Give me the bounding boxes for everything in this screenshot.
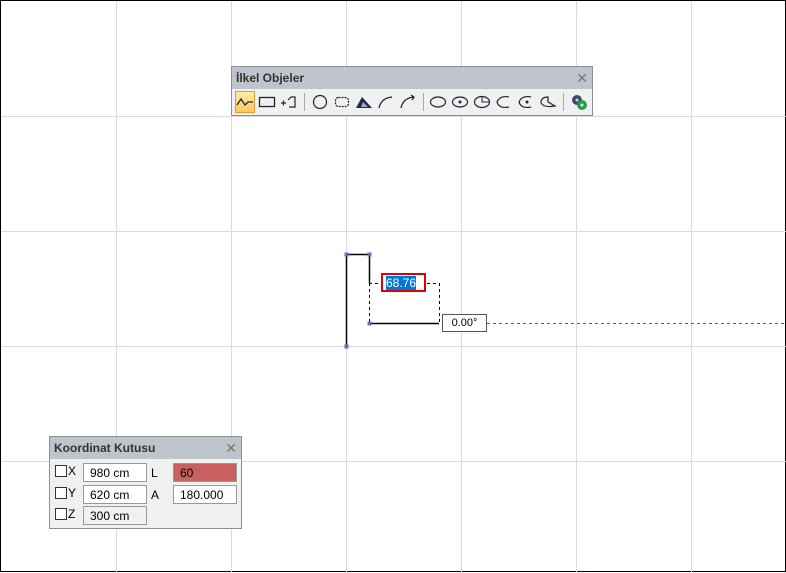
ellipse-pie-button[interactable] (538, 91, 558, 113)
x-field[interactable]: 980 cm (83, 463, 147, 482)
separator (422, 93, 424, 111)
z-value: 300 cm (90, 509, 130, 523)
primitive-objects-toolbar: İlkel Objeler ✕ (231, 66, 593, 116)
ellipse-arc-center-button[interactable] (516, 91, 536, 113)
arc-button[interactable] (376, 91, 396, 113)
polyline (345, 253, 439, 346)
coord-titlebar[interactable]: Koordinat Kutusu ✕ (50, 437, 241, 459)
toolbar-titlebar[interactable]: İlkel Objeler ✕ (232, 67, 592, 89)
a-label: A (151, 488, 160, 502)
ellipse-arc-center-icon (518, 95, 532, 109)
cloud-icon (334, 96, 349, 108)
l-label: L (151, 466, 158, 480)
coord-title: Koordinat Kutusu (54, 441, 156, 455)
ellipse-center-icon (452, 96, 469, 108)
ellipse-center-button[interactable] (450, 91, 470, 113)
close-icon[interactable]: ✕ (576, 70, 588, 87)
wedge-button[interactable] (354, 91, 374, 113)
ellipse-pie-icon (540, 96, 558, 108)
cloud-button[interactable] (332, 91, 352, 113)
circle-icon (312, 94, 327, 110)
separator (304, 93, 305, 111)
x-label: X (68, 464, 77, 478)
toolbar-title: İlkel Objeler (236, 71, 305, 85)
y-label: Y (68, 486, 77, 500)
polyline-icon (236, 97, 253, 107)
l-value: 60 (180, 466, 194, 480)
y-value: 620 cm (90, 488, 130, 502)
arc-arrow-button[interactable] (398, 91, 418, 113)
z-lock-checkbox[interactable] (55, 508, 67, 520)
vertex-markers (344, 252, 372, 349)
wedge-icon (355, 97, 372, 108)
ellipse-icon (430, 96, 447, 108)
length-input-value: 68.76 (386, 276, 417, 290)
pie-button[interactable] (472, 91, 492, 113)
length-input[interactable]: 68.76 (381, 273, 426, 292)
polyline-button[interactable] (235, 91, 255, 113)
angle-label: 0.00° (442, 314, 487, 332)
separator (563, 93, 565, 111)
z-field[interactable]: 300 cm (83, 506, 147, 525)
circle-button[interactable] (310, 91, 330, 113)
add-line-icon (281, 96, 296, 108)
settings-button[interactable] (569, 91, 589, 113)
add-line-button[interactable] (279, 91, 299, 113)
arc-arrow-icon (400, 94, 415, 109)
ellipse-arc-button[interactable] (494, 91, 514, 113)
settings-gears-icon (572, 95, 588, 110)
ellipse-arc-icon (496, 95, 510, 109)
rectangle-icon (258, 96, 276, 108)
arc-icon (378, 96, 392, 109)
y-field[interactable]: 620 cm (83, 485, 147, 504)
rectangle-button[interactable] (257, 91, 277, 113)
close-icon[interactable]: ✕ (225, 440, 237, 457)
x-value: 980 cm (90, 466, 130, 480)
a-value: 180.000 (180, 488, 224, 502)
ellipse-button[interactable] (428, 91, 448, 113)
y-lock-checkbox[interactable] (55, 487, 67, 499)
z-label: Z (68, 507, 76, 521)
coordinate-box: Koordinat Kutusu ✕ X 980 cm Y 620 cm Z 3… (49, 436, 242, 529)
x-lock-checkbox[interactable] (55, 465, 67, 477)
pie-icon (474, 95, 491, 109)
angle-field[interactable]: 180.000 (173, 485, 237, 504)
length-field[interactable]: 60 (173, 463, 237, 482)
